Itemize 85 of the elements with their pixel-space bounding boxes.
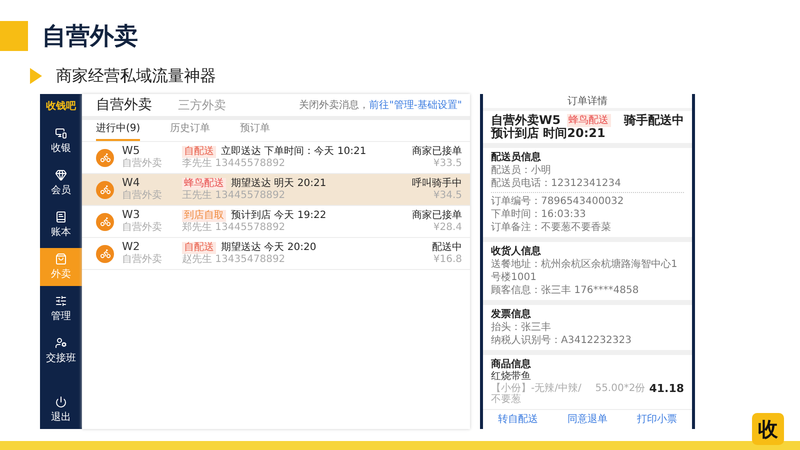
order-code: W4: [122, 177, 141, 190]
scooter-icon: [96, 148, 114, 166]
order-row[interactable]: W4 自营外卖 蜂鸟配送 期望送达 明天 20:21 王先生 13445578892 呼叫骑手中 ¥34.5: [82, 174, 470, 206]
user-icon: [55, 337, 67, 349]
notice-text: 关闭外卖消息，前往"管理-基础设置": [299, 98, 462, 112]
scooter-icon: [96, 212, 114, 230]
order-status: 配送中: [432, 242, 462, 254]
sidebar-item[interactable]: 会员: [40, 164, 82, 202]
order-source: 自营外卖: [122, 158, 162, 170]
book-icon: [55, 211, 67, 223]
monitor-icon: [55, 127, 67, 139]
info-line: 抬头：张三丰: [491, 321, 552, 334]
app-logo: 收钱吧: [45, 100, 77, 114]
order-price: ¥28.4: [433, 222, 462, 233]
delivery-tag: 自配送: [182, 146, 216, 158]
section-heading: 收货人信息: [491, 245, 542, 258]
order-price: ¥16.8: [433, 254, 462, 265]
settings-link[interactable]: 前往"管理-基础设置": [369, 100, 462, 111]
order-time: 期望送达 今天 20:20: [221, 242, 316, 254]
detail-title: 自营外卖W5: [491, 114, 561, 127]
delivery-tag: 自配送: [182, 242, 216, 254]
tab[interactable]: 自营外卖: [96, 96, 152, 114]
delivery-tag: 蜂鸟配送: [566, 114, 611, 127]
order-source: 自营外卖: [122, 222, 162, 234]
info-line: 顾客信息：张三丰 176****4858: [491, 284, 640, 297]
order-time: 立即送达 下单时间：今天 10:21: [221, 146, 366, 158]
action-button[interactable]: 转自配送: [483, 412, 553, 426]
info-line: 送餐地址：杭州余杭区余杭塘路海智中心1号楼1001: [491, 258, 678, 284]
order-status: 呼叫骑手中: [412, 178, 462, 190]
order-source: 自营外卖: [122, 254, 162, 266]
section-heading: 配送员信息: [491, 151, 542, 164]
gem-icon: [55, 169, 67, 181]
delivery-tag: 到店自取: [182, 210, 226, 222]
eta-text: 预计到店 时间20:21: [491, 127, 606, 140]
order-time: 期望送达 明天 20:21: [231, 178, 326, 190]
customer-info: 王先生 13445578892: [182, 190, 286, 201]
order-source: 自营外卖: [122, 190, 162, 202]
order-row[interactable]: W5 自营外卖 自配送 立即送达 下单时间：今天 10:21 李先生 13445578892 商家已接单 ¥33.5: [82, 142, 470, 174]
customer-info: 赵先生 13435478892: [182, 254, 286, 265]
order-code: W5: [122, 145, 141, 158]
goods-quantity: 55.00*2份: [595, 382, 646, 395]
action-button[interactable]: 同意退单: [552, 412, 622, 426]
triangle-icon: [30, 68, 42, 84]
sidebar-item[interactable]: 退出: [40, 391, 82, 429]
order-price: ¥33.5: [433, 158, 462, 169]
delivery-tag: 蜂鸟配送: [182, 178, 226, 190]
section-heading: 商品信息: [491, 358, 532, 370]
tab[interactable]: 预订单: [240, 121, 270, 141]
slide-subtitle: 商家经营私域流量神器: [56, 66, 216, 86]
info-line: 配送员电话：12312341234: [491, 177, 622, 190]
sidebar-item[interactable]: 交接班: [40, 332, 82, 370]
info-line: 订单编号：7896543400032: [491, 195, 625, 208]
order-status: 商家已接单: [412, 210, 462, 222]
slide-title: 自营外卖: [42, 21, 138, 52]
order-price: ¥34.5: [433, 190, 462, 201]
order-status: 商家已接单: [412, 146, 462, 158]
accent-block: [0, 21, 28, 51]
detail-status: 骑手配送中: [624, 114, 684, 127]
power-icon: [55, 396, 67, 408]
order-row[interactable]: W3 自营外卖 到店自取 预计到店 今天 19:22 郑先生 13445578892 商家已接单 ¥28.4: [82, 206, 470, 238]
customer-info: 郑先生 13445578892: [182, 222, 286, 233]
sidebar-item[interactable]: 管理: [40, 290, 82, 328]
scooter-icon: [96, 180, 114, 198]
order-time: 预计到店 今天 19:22: [231, 210, 326, 222]
info-line: 纳税人识别号：A3412232323: [491, 334, 632, 347]
customer-info: 李先生 13445578892: [182, 158, 286, 169]
scooter-icon: [96, 244, 114, 262]
bag-icon: [55, 253, 67, 265]
info-line: 下单时间：16:03:33: [491, 208, 587, 221]
order-row[interactable]: W2 自营外卖 自配送 期望送达 今天 20:20 赵先生 13435478892 配送中 ¥16.8: [82, 238, 470, 270]
goods-spec: 【小份】-无辣/中辣/不要葱: [491, 382, 582, 406]
goods-name: 红烧带鱼: [491, 371, 532, 382]
section-heading: 发票信息: [491, 308, 532, 321]
goods-amount: 41.18: [649, 382, 684, 395]
action-button[interactable]: 打印小票: [622, 412, 692, 426]
detail-header: 订单详情: [483, 94, 692, 111]
logo-badge: 收: [752, 413, 784, 445]
order-code: W2: [122, 241, 141, 254]
info-line: 订单备注：不要葱不要香菜: [491, 221, 612, 234]
order-code: W3: [122, 209, 141, 222]
tab[interactable]: 历史订单: [170, 121, 210, 141]
sidebar-item[interactable]: 收银: [40, 122, 82, 160]
info-line: 配送员：小明: [491, 164, 552, 177]
sliders-icon: [55, 295, 67, 307]
sidebar-item[interactable]: 账本: [40, 206, 82, 244]
